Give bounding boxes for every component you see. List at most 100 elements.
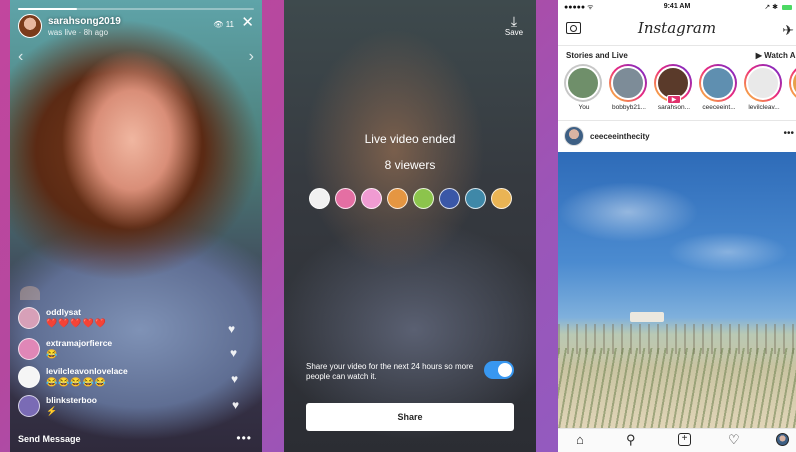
- viewer-avatars: [284, 188, 536, 209]
- comment-item: oddlysat ❤️❤️❤️❤️❤️: [18, 307, 107, 329]
- viewer-avatar[interactable]: [360, 188, 382, 209]
- bottom-tab-bar: ⌂ ⚲ + ♡: [558, 428, 796, 452]
- eye-icon: 👁: [213, 20, 224, 29]
- post-image[interactable]: [558, 152, 796, 428]
- story-ring: [609, 64, 647, 102]
- lighthouse-building: [630, 312, 664, 322]
- story-progress-bar: [18, 8, 254, 10]
- status-time: 9:41 AM: [663, 3, 691, 10]
- activity-heart-icon[interactable]: ♡: [728, 433, 740, 447]
- post-author-username[interactable]: ceeceeinthecity: [590, 132, 650, 141]
- save-label: Save: [504, 28, 524, 37]
- viewer-avatar[interactable]: [490, 188, 512, 209]
- story-item[interactable]: ▶ sarahson...: [654, 64, 694, 111]
- story-ring: [699, 64, 737, 102]
- viewer-avatar[interactable]: [464, 188, 486, 209]
- profile-icon[interactable]: [776, 433, 789, 446]
- story-item[interactable]: ceeceeint...: [699, 64, 739, 111]
- comment-item: extramajorfierce 😂: [18, 338, 112, 360]
- search-icon[interactable]: ⚲: [626, 433, 636, 447]
- app-header: Instagram ✈: [558, 14, 796, 46]
- live-status-text: was live · 8h ago: [48, 28, 109, 37]
- direct-message-icon[interactable]: ✈: [782, 22, 794, 39]
- send-message-input[interactable]: Send Message: [18, 434, 81, 444]
- viewer-count-value: 11: [225, 20, 234, 29]
- story-avatar: [746, 66, 780, 100]
- broadcaster-username[interactable]: sarahsong2019: [48, 16, 121, 27]
- instagram-logo: Instagram: [637, 19, 717, 37]
- story-avatar: [701, 66, 735, 100]
- story-item[interactable]: levilcleav...: [744, 64, 784, 111]
- status-bar: ●●●●● ᯤ 9:41 AM ↗ ✱: [558, 0, 796, 14]
- status-icons: ↗ ✱: [764, 3, 792, 11]
- post-more-icon[interactable]: •••: [783, 128, 794, 139]
- story-label: ceeceeint...: [702, 104, 736, 111]
- story-progress-fill: [18, 8, 77, 10]
- broadcaster-avatar[interactable]: [18, 14, 42, 38]
- add-post-icon[interactable]: +: [678, 433, 691, 446]
- battery-icon: [782, 4, 792, 10]
- story-label: levilcleav...: [748, 104, 780, 111]
- chevron-left-icon[interactable]: ‹: [18, 48, 23, 66]
- commenter-username: blinksterboo: [46, 395, 98, 405]
- comment-text: ❤️❤️❤️❤️❤️: [46, 318, 108, 328]
- story-item[interactable]: ins: [789, 64, 796, 111]
- share-button[interactable]: Share: [306, 403, 514, 431]
- commenter-avatar: [18, 307, 40, 329]
- comment-text: ⚡: [46, 406, 59, 416]
- story-label: bobbyb21...: [612, 104, 646, 111]
- story-ring: [789, 64, 796, 102]
- viewer-avatar[interactable]: [386, 188, 408, 209]
- story-label: You: [578, 104, 590, 111]
- story-avatar: [611, 66, 645, 100]
- commenter-username: oddlysat: [46, 307, 81, 317]
- heart-icon: ♥: [232, 398, 240, 412]
- heart-icon: ♥: [231, 372, 239, 386]
- commenter-avatar: [18, 366, 40, 388]
- chevron-right-icon[interactable]: ›: [249, 48, 254, 66]
- post-author-avatar[interactable]: [564, 126, 584, 146]
- live-ended-screen: ⤓ Save Live video ended 8 viewers Share …: [284, 0, 536, 452]
- viewer-avatar[interactable]: [334, 188, 356, 209]
- story-ring: [564, 64, 602, 102]
- live-video-screen: sarahsong2019 was live · 8h ago 👁 11 ✕ ‹…: [10, 0, 262, 452]
- dune-grass: [558, 348, 796, 428]
- commenter-avatar: [18, 395, 40, 417]
- heart-icon: ♥: [228, 322, 236, 336]
- story-avatar: [791, 66, 796, 100]
- viewer-count-text: 8 viewers: [384, 158, 436, 172]
- story-avatar: [566, 66, 600, 100]
- story-label: ins: [789, 104, 796, 111]
- share-description: Share your video for the next 24 hours s…: [306, 362, 474, 381]
- more-options-icon[interactable]: •••: [236, 431, 252, 445]
- live-ended-title: Live video ended: [364, 132, 456, 146]
- close-icon[interactable]: ✕: [241, 15, 254, 30]
- commenter-username: extramajorfierce: [46, 338, 113, 348]
- story-item[interactable]: You: [564, 64, 604, 111]
- viewer-avatar[interactable]: [412, 188, 434, 209]
- toggle-knob: [498, 363, 512, 377]
- comment-text: 😂😂😂😂😂: [46, 377, 108, 387]
- live-badge-icon: ▶: [667, 95, 681, 104]
- comment-avatar-partial: [20, 286, 40, 300]
- share-toggle[interactable]: [484, 361, 514, 379]
- divider: [558, 120, 796, 121]
- comment-item: blinksterboo ⚡: [18, 395, 97, 417]
- story-item[interactable]: bobbyb21...: [609, 64, 649, 111]
- viewer-avatar[interactable]: [308, 188, 330, 209]
- stories-heading: Stories and Live: [566, 51, 628, 60]
- viewer-count: 👁 11: [213, 20, 234, 29]
- download-icon: ⤓: [510, 13, 518, 29]
- comment-item: levilcleavonlovelace 😂😂😂😂😂: [18, 366, 128, 388]
- heart-icon: ♥: [230, 346, 238, 360]
- comment-text: 😂: [46, 349, 59, 359]
- home-icon[interactable]: ⌂: [576, 433, 584, 447]
- viewer-avatar[interactable]: [438, 188, 460, 209]
- save-button[interactable]: ⤓ Save: [502, 14, 526, 37]
- story-label: sarahson...: [657, 104, 691, 111]
- commenter-username: levilcleavonlovelace: [46, 366, 128, 376]
- instagram-feed-screen: ●●●●● ᯤ 9:41 AM ↗ ✱ Instagram ✈ Stories …: [558, 0, 796, 452]
- watch-all-button[interactable]: ▶ Watch All: [756, 51, 796, 60]
- floating-hearts: ♥ ♥ ♥ ♥: [228, 322, 252, 422]
- story-ring: [744, 64, 782, 102]
